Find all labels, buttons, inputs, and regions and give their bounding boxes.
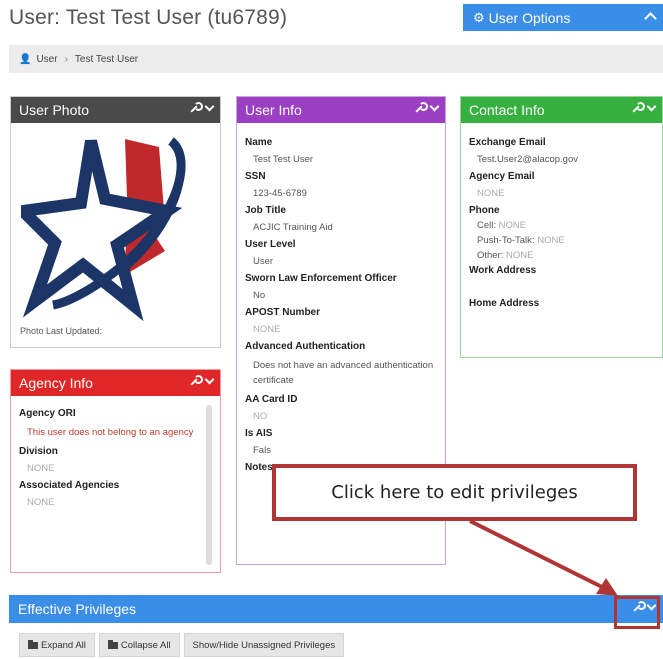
breadcrumb-item-user[interactable]: User: [36, 54, 57, 65]
field-value: ACJIC Training Aid: [253, 222, 333, 233]
user-options-button[interactable]: ⚙ User Options: [463, 4, 663, 31]
agency-info-body: Agency ORI This user does not belong to …: [11, 396, 220, 522]
user-info-body: Name Test Test User SSN 123-45-6789 Job …: [237, 123, 445, 481]
contact-info-header: Contact Info: [461, 97, 662, 123]
gear-icon: ⚙: [473, 9, 485, 25]
field-value: No: [253, 290, 266, 301]
expand-all-button[interactable]: Expand All: [19, 633, 95, 657]
field-value: Test Test User: [253, 154, 314, 165]
user-photo-title: User Photo: [19, 102, 90, 118]
privileges-toolbar: Expand All Collapse All Show/Hide Unassi…: [19, 633, 345, 657]
contact-info-body: Exchange Email Test.User2@alacop.gov Age…: [461, 123, 662, 317]
phone-other-value: NONE: [506, 250, 534, 261]
work-address-value: [469, 276, 654, 294]
phone-ptt-label: Push-To-Talk:: [477, 235, 535, 246]
phone-other: Other: NONE: [477, 250, 654, 261]
agency-info-panel: Agency Info Agency ORI This user does no…: [10, 369, 221, 573]
user-photo-placeholder: [21, 137, 186, 322]
chevron-down-icon[interactable]: [646, 101, 657, 111]
field-value: NO: [253, 411, 268, 423]
panel-tools: [413, 101, 440, 114]
annotation-callout: Click here to edit privileges: [272, 464, 637, 521]
associated-agencies-value: NONE: [27, 497, 55, 509]
field-label: SSN: [245, 171, 266, 182]
annotation-highlight-box: [614, 596, 660, 629]
phone-cell: Cell: NONE: [477, 220, 654, 231]
agency-email-label: Agency Email: [469, 171, 535, 182]
agency-ori-label: Agency ORI: [19, 408, 76, 419]
field-value: Fals: [253, 445, 271, 457]
chevron-down-icon[interactable]: [429, 101, 440, 111]
phone-ptt: Push-To-Talk: NONE: [477, 235, 654, 246]
field-value: 123-45-6789: [253, 188, 307, 199]
phone-ptt-value: NONE: [537, 235, 565, 246]
chevron-down-icon[interactable]: [204, 101, 215, 111]
wrench-icon[interactable]: [630, 102, 645, 114]
phone-cell-value: NONE: [498, 220, 527, 231]
field-label: AA Card ID: [245, 394, 298, 406]
panel-tools: [188, 101, 215, 114]
breadcrumb: 👤 User › Test Test User: [9, 45, 663, 73]
panel-tools: [630, 101, 657, 114]
field-label: Job Title: [245, 205, 286, 216]
phone-label: Phone: [469, 205, 500, 216]
show-hide-label: Show/Hide Unassigned Privileges: [192, 639, 336, 651]
folder-icon: [107, 639, 118, 649]
agency-info-header: Agency Info: [11, 370, 220, 396]
photo-last-updated: Photo Last Updated:: [20, 326, 103, 336]
user-options-label: User Options: [488, 9, 571, 26]
scrollbar[interactable]: [206, 405, 212, 565]
page-title: User: Test Test User (tu6789): [9, 6, 288, 29]
field-value: NONE: [253, 324, 281, 335]
panel-tools: [188, 374, 215, 387]
field-label: Sworn Law Enforcement Officer: [245, 273, 397, 284]
field-label: Is AIS: [245, 428, 273, 440]
contact-info-panel: Contact Info Exchange Email Test.User2@a…: [460, 96, 663, 358]
phone-other-label: Other:: [477, 250, 504, 261]
wrench-icon[interactable]: [413, 102, 428, 114]
division-value: NONE: [27, 463, 55, 475]
wrench-icon[interactable]: [188, 102, 203, 114]
home-address-label: Home Address: [469, 298, 540, 309]
division-label: Division: [19, 446, 58, 458]
expand-all-label: Expand All: [41, 639, 86, 651]
show-hide-unassigned-button[interactable]: Show/Hide Unassigned Privileges: [183, 633, 345, 657]
field-value: Does not have an advanced authentication…: [253, 360, 434, 387]
field-value: User: [253, 256, 274, 267]
effective-privileges-header: Effective Privileges: [9, 595, 663, 623]
contact-info-title: Contact Info: [469, 102, 545, 118]
agency-ori-value: This user does not belong to an agency: [27, 427, 194, 438]
associated-agencies-label: Associated Agencies: [19, 480, 120, 492]
user-photo-panel: User Photo Photo Last Updated:: [10, 96, 221, 348]
work-address-label: Work Address: [469, 265, 537, 276]
callout-text: Click here to edit privileges: [331, 482, 578, 503]
exchange-email-label: Exchange Email: [469, 137, 546, 148]
exchange-email-value: Test.User2@alacop.gov: [477, 154, 578, 165]
chevron-up-icon: [644, 12, 657, 25]
agency-info-title: Agency Info: [19, 375, 93, 391]
chevron-down-icon[interactable]: [204, 374, 215, 384]
phone-cell-label: Cell:: [477, 220, 497, 231]
field-label: Advanced Authentication: [245, 341, 366, 352]
agency-email-value: NONE: [477, 188, 505, 199]
collapse-all-button[interactable]: Collapse All: [98, 633, 180, 657]
user-info-header: User Info: [237, 97, 445, 123]
breadcrumb-separator: ›: [64, 53, 68, 65]
folder-open-icon: [28, 639, 38, 649]
field-label: Name: [245, 137, 273, 148]
wrench-icon[interactable]: [188, 375, 203, 387]
field-label: APOST Number: [245, 307, 321, 318]
user-photo-header: User Photo: [11, 97, 220, 123]
effective-privileges-title: Effective Privileges: [18, 601, 137, 617]
user-icon: 👤: [19, 53, 32, 65]
collapse-all-label: Collapse All: [120, 639, 171, 651]
user-info-title: User Info: [245, 102, 302, 118]
field-label: User Level: [245, 239, 296, 250]
breadcrumb-item-current: Test Test User: [74, 53, 139, 65]
